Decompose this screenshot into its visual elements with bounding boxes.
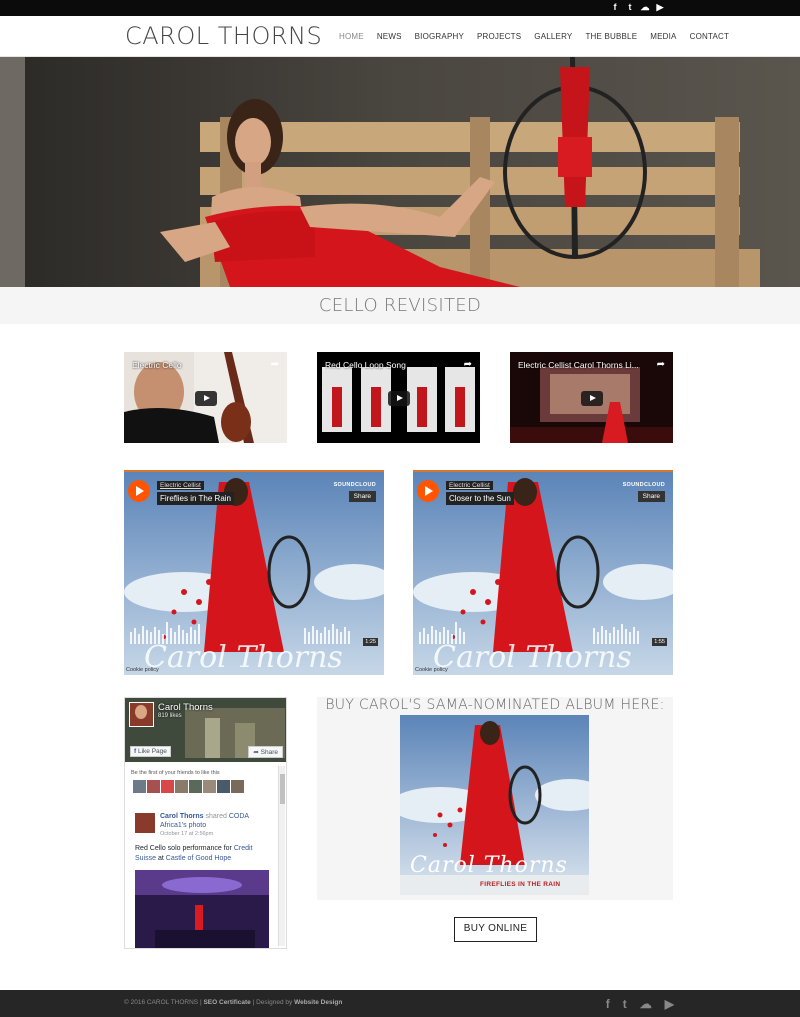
post-text-prefix: Red Cello solo performance for bbox=[135, 845, 232, 852]
post-link-castle[interactable]: Castle of Good Hope bbox=[166, 855, 231, 862]
video-title: Electric Cellist Carol Thorns Li... bbox=[518, 360, 639, 370]
track-title[interactable]: Closer to the Sun bbox=[446, 492, 514, 505]
facebook-scrollbar[interactable] bbox=[278, 766, 285, 946]
avatar[interactable] bbox=[217, 780, 230, 793]
footer-social-links: f t ☁ ▶ bbox=[606, 997, 674, 1011]
album-cover[interactable]: Carol Thorns FIREFLIES IN THE RAIN bbox=[400, 715, 589, 895]
avatar[interactable] bbox=[231, 780, 244, 793]
share-icon: ➦ bbox=[253, 749, 261, 756]
video-embed-red-cello-loop-song[interactable]: Red Cello Loop Song ➦ bbox=[317, 352, 480, 443]
youtube-icon[interactable]: ▶ bbox=[665, 997, 674, 1011]
facebook-page-widget: Carol Thorns 819 likes f Like Page ➦ Sha… bbox=[124, 697, 287, 949]
nav-the-bubble[interactable]: THE BUBBLE bbox=[585, 32, 637, 41]
like-page-label: Like Page bbox=[137, 748, 167, 755]
play-button-icon[interactable] bbox=[128, 480, 150, 502]
facebook-likes-count: 819 likes bbox=[158, 713, 182, 719]
share-icon[interactable]: ➦ bbox=[464, 359, 472, 370]
top-social-links: f t ☁ ▶ bbox=[610, 2, 665, 13]
track-artist[interactable]: Electric Cellist bbox=[157, 481, 204, 490]
share-label: Share bbox=[260, 749, 278, 756]
video-embed-electric-cello[interactable]: Electric Cello ➦ bbox=[124, 352, 287, 443]
track-title[interactable]: Fireflies in The Rain bbox=[157, 492, 234, 505]
footer-copyright: © 2016 CAROL THORNS | SEO Certificate | … bbox=[124, 999, 342, 1006]
avatar[interactable] bbox=[133, 780, 146, 793]
seo-certificate-link[interactable]: SEO Certificate bbox=[203, 999, 250, 1006]
section-title: CELLO REVISITED bbox=[0, 287, 800, 324]
album-heading: BUY CAROL'S SAMA-NOMINATED ALBUM HERE: bbox=[325, 697, 665, 713]
post-shared-source[interactable]: CODA bbox=[229, 813, 249, 820]
friend-avatars bbox=[133, 780, 244, 793]
twitter-icon[interactable]: t bbox=[625, 2, 635, 13]
post-header: Carol Thorns shared CODA bbox=[160, 813, 249, 820]
post-author-avatar[interactable] bbox=[135, 813, 155, 833]
nav-contact[interactable]: CONTACT bbox=[690, 32, 729, 41]
share-icon[interactable]: ➦ bbox=[271, 359, 279, 370]
nav-media[interactable]: MEDIA bbox=[650, 32, 676, 41]
post-photo-link[interactable]: Africa1's photo bbox=[160, 822, 206, 829]
twitter-icon[interactable]: t bbox=[623, 997, 627, 1011]
facebook-icon[interactable]: f bbox=[606, 997, 610, 1011]
soundcloud-logo[interactable]: SOUNDCLOUD bbox=[334, 482, 376, 488]
buy-online-button[interactable]: BUY ONLINE bbox=[454, 917, 537, 942]
svg-text:Carol Thorns: Carol Thorns bbox=[433, 640, 632, 675]
nav-gallery[interactable]: GALLERY bbox=[534, 32, 572, 41]
play-button-icon[interactable] bbox=[387, 390, 410, 406]
avatar[interactable] bbox=[175, 780, 188, 793]
cookie-policy-link[interactable]: Cookie policy bbox=[415, 667, 448, 673]
avatar[interactable] bbox=[189, 780, 202, 793]
hero-image bbox=[0, 57, 800, 287]
track-duration: 1:25 bbox=[363, 638, 378, 646]
friends-like-text: Be the first of your friends to like thi… bbox=[131, 770, 220, 776]
post-text-mid: at bbox=[157, 855, 164, 862]
track-duration: 1:55 bbox=[652, 638, 667, 646]
track-artist[interactable]: Electric Cellist bbox=[446, 481, 493, 490]
facebook-cover-image[interactable]: Carol Thorns 819 likes f Like Page ➦ Sha… bbox=[125, 698, 286, 762]
youtube-icon[interactable]: ▶ bbox=[655, 2, 665, 13]
designed-by-text: | Designed by bbox=[252, 999, 293, 1006]
nav-biography[interactable]: BIOGRAPHY bbox=[415, 32, 464, 41]
cookie-policy-link[interactable]: Cookie policy bbox=[126, 667, 159, 673]
avatar[interactable] bbox=[203, 780, 216, 793]
soundcloud-icon[interactable]: ☁ bbox=[640, 2, 650, 13]
play-button-icon[interactable] bbox=[194, 390, 217, 406]
copyright-text: © 2016 CAROL THORNS | bbox=[124, 999, 202, 1006]
album-cover-signature: Carol Thorns bbox=[410, 853, 568, 878]
site-header: CAROL THORNS HOME NEWS BIOGRAPHY PROJECT… bbox=[0, 16, 800, 57]
share-icon[interactable]: ➦ bbox=[657, 359, 665, 370]
album-cover-title: FIREFLIES IN THE RAIN bbox=[480, 881, 561, 888]
post-text: Red Cello solo performance for Credit Su… bbox=[135, 844, 270, 864]
share-page-button[interactable]: ➦ Share bbox=[248, 746, 283, 758]
soundcloud-player-closer-to-the-sun[interactable]: Carol Thorns Electric Cellist Closer to … bbox=[413, 470, 673, 675]
share-button[interactable]: Share bbox=[348, 491, 376, 502]
nav-news[interactable]: NEWS bbox=[377, 32, 402, 41]
main-nav: HOME NEWS BIOGRAPHY PROJECTS GALLERY THE… bbox=[339, 32, 729, 41]
facebook-page-name[interactable]: Carol Thorns bbox=[158, 702, 213, 713]
album-promo: BUY CAROL'S SAMA-NOMINATED ALBUM HERE: C… bbox=[317, 697, 673, 900]
video-title: Electric Cello bbox=[132, 360, 182, 370]
avatar[interactable] bbox=[161, 780, 174, 793]
svg-text:Carol Thorns: Carol Thorns bbox=[144, 640, 343, 675]
play-button-icon[interactable] bbox=[580, 390, 603, 406]
scrollbar-thumb[interactable] bbox=[280, 774, 285, 804]
share-button[interactable]: Share bbox=[637, 491, 665, 502]
website-design-link[interactable]: Website Design bbox=[294, 999, 342, 1006]
post-author[interactable]: Carol Thorns bbox=[160, 813, 204, 820]
video-title: Red Cello Loop Song bbox=[325, 360, 406, 370]
soundcloud-icon[interactable]: ☁ bbox=[640, 997, 652, 1011]
soundcloud-player-fireflies[interactable]: Carol Thorns Electric Cellist Fireflies … bbox=[124, 470, 384, 675]
site-footer: © 2016 CAROL THORNS | SEO Certificate | … bbox=[0, 990, 800, 1017]
play-button-icon[interactable] bbox=[417, 480, 439, 502]
nav-projects[interactable]: PROJECTS bbox=[477, 32, 521, 41]
video-embed-electric-cellist-live[interactable]: Electric Cellist Carol Thorns Li... ➦ bbox=[510, 352, 673, 443]
facebook-icon[interactable]: f bbox=[610, 2, 620, 13]
post-shared-text: shared bbox=[205, 813, 227, 820]
avatar[interactable] bbox=[147, 780, 160, 793]
like-page-button[interactable]: f Like Page bbox=[130, 746, 171, 757]
site-logo[interactable]: CAROL THORNS bbox=[125, 22, 322, 50]
nav-home[interactable]: HOME bbox=[339, 32, 364, 41]
post-timestamp[interactable]: October 17 at 2:56pm bbox=[160, 831, 213, 837]
post-photo[interactable] bbox=[135, 870, 269, 948]
top-bar: f t ☁ ▶ bbox=[0, 0, 800, 16]
soundcloud-logo[interactable]: SOUNDCLOUD bbox=[623, 482, 665, 488]
